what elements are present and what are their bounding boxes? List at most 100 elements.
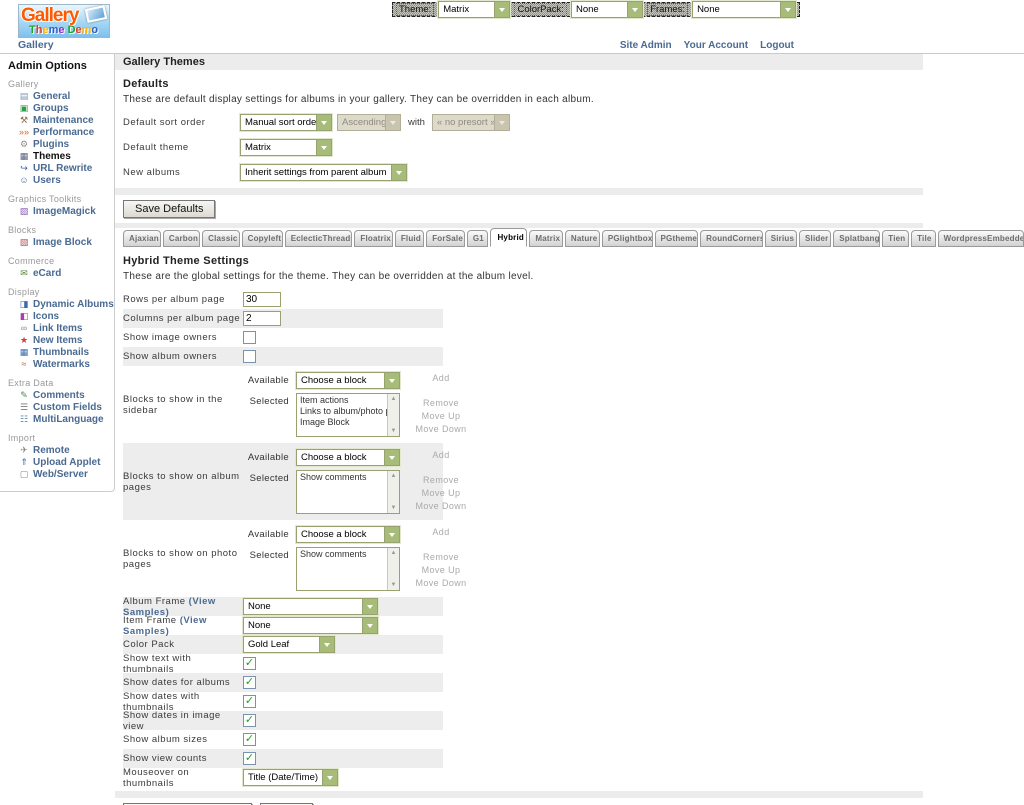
tab-tien[interactable]: Tien: [882, 230, 909, 247]
listbox-item[interactable]: Show comments: [300, 472, 387, 483]
show-text-with-thumbnails-checkbox[interactable]: ✓: [243, 657, 256, 670]
tab-g1[interactable]: G1: [467, 230, 489, 247]
theme-select[interactable]: Matrix: [438, 1, 510, 18]
listbox-scrollbar[interactable]: ▲▼: [387, 548, 399, 590]
save-defaults-button[interactable]: Save Defaults: [123, 200, 215, 218]
tab-classic[interactable]: Classic: [202, 230, 239, 247]
show-dates-in-image-view-checkbox[interactable]: ✓: [243, 714, 256, 727]
show-album-owners-checkbox[interactable]: [243, 350, 256, 363]
header-link-site-admin[interactable]: Site Admin: [620, 40, 672, 51]
move-up-action[interactable]: Move Up: [409, 564, 473, 577]
tab-roundcorners[interactable]: RoundCorners: [700, 230, 763, 247]
tab-splatbang[interactable]: Splatbang: [833, 230, 880, 247]
blocks-to-show-in-the-sidebar-selected-listbox[interactable]: Item actionsLinks to album/photo peersIm…: [296, 393, 400, 437]
sidebar-item-plugins[interactable]: ⚙Plugins: [8, 139, 112, 151]
columns-per-album-page-input[interactable]: [243, 311, 281, 326]
mouseover-on-thumbnails-select[interactable]: Title (Date/Time): [243, 769, 338, 786]
rows-per-album-page-input[interactable]: [243, 292, 281, 307]
sidebar-item-users[interactable]: ☺Users: [8, 175, 112, 187]
listbox-item[interactable]: Item actions: [300, 395, 387, 406]
move-down-action[interactable]: Move Down: [409, 500, 473, 513]
sidebar-item-thumbnails[interactable]: ▦Thumbnails: [8, 347, 112, 359]
blocks-to-show-in-the-sidebar-available-select[interactable]: Choose a block: [296, 372, 400, 389]
item-frame-select[interactable]: None: [243, 617, 378, 634]
breadcrumb[interactable]: Gallery: [18, 39, 54, 51]
sidebar-item-remote[interactable]: ✈Remote: [8, 445, 112, 457]
tab-eclecticthreads[interactable]: EclecticThreads: [285, 230, 353, 247]
default-sort-order-select[interactable]: Manual sort order: [240, 114, 332, 131]
tab-wordpressembedded[interactable]: WordpressEmbedded: [938, 230, 1024, 247]
sidebar-item-imagemagick[interactable]: ▨ImageMagick: [8, 206, 112, 218]
sort-direction-select[interactable]: Ascending: [337, 114, 401, 131]
tab-ajaxian[interactable]: Ajaxian: [123, 230, 161, 247]
show-dates-for-albums-checkbox[interactable]: ✓: [243, 676, 256, 689]
sidebar-item-custom-fields[interactable]: ☰Custom Fields: [8, 402, 112, 414]
tab-carbon[interactable]: Carbon: [163, 230, 200, 247]
remove-action[interactable]: Remove: [409, 551, 473, 564]
remove-action[interactable]: Remove: [409, 397, 473, 410]
sidebar-item-web-server[interactable]: ▢Web/Server: [8, 469, 112, 481]
add-action[interactable]: Add: [409, 372, 473, 385]
add-action[interactable]: Add: [409, 526, 473, 539]
sidebar-item-themes[interactable]: ▦Themes: [8, 151, 112, 163]
sidebar-item-upload-applet[interactable]: ⇑Upload Applet: [8, 457, 112, 469]
blocks-to-show-on-album-pages-selected-listbox[interactable]: Show comments▲▼: [296, 470, 400, 514]
header-link-logout[interactable]: Logout: [760, 40, 794, 51]
sidebar-item-multilanguage[interactable]: ☷MultiLanguage: [8, 414, 112, 426]
tab-pgtheme[interactable]: PGtheme: [655, 230, 699, 247]
tab-fluid[interactable]: Fluid: [395, 230, 424, 247]
tab-copyleft[interactable]: Copyleft: [242, 230, 283, 247]
sidebar-item-ecard[interactable]: ✉eCard: [8, 268, 112, 280]
tab-nature[interactable]: Nature: [565, 230, 600, 247]
remove-action[interactable]: Remove: [409, 474, 473, 487]
tab-forsale[interactable]: ForSale: [426, 230, 465, 247]
blocks-to-show-on-album-pages-available-select[interactable]: Choose a block: [296, 449, 400, 466]
sidebar-item-image-block[interactable]: ▧Image Block: [8, 237, 112, 249]
listbox-scrollbar[interactable]: ▲▼: [387, 394, 399, 436]
tab-floatrix[interactable]: Floatrix: [354, 230, 392, 247]
sidebar-item-dynamic-albums[interactable]: ◨Dynamic Albums: [8, 299, 112, 311]
sidebar-item-watermarks[interactable]: ≈Watermarks: [8, 359, 112, 371]
move-up-action[interactable]: Move Up: [409, 487, 473, 500]
sidebar-item-url-rewrite[interactable]: ↪URL Rewrite: [8, 163, 112, 175]
default-theme-select[interactable]: Matrix: [240, 139, 332, 156]
color-pack-select[interactable]: Gold Leaf: [243, 636, 335, 653]
sidebar-item-link-items[interactable]: ∞Link Items: [8, 323, 112, 335]
listbox-scrollbar[interactable]: ▲▼: [387, 471, 399, 513]
tab-matrix[interactable]: Matrix: [529, 230, 562, 247]
frames-select[interactable]: None: [692, 1, 796, 18]
tab-pglightbox[interactable]: PGlightbox: [602, 230, 653, 247]
move-down-action[interactable]: Move Down: [409, 423, 473, 436]
move-down-action[interactable]: Move Down: [409, 577, 473, 590]
sidebar-item-icons[interactable]: ◧Icons: [8, 311, 112, 323]
header-link-your-account[interactable]: Your Account: [684, 40, 748, 51]
sidebar-item-performance[interactable]: »»Performance: [8, 127, 112, 139]
blocks-to-show-on-photo-pages-available-select[interactable]: Choose a block: [296, 526, 400, 543]
tab-hybrid[interactable]: Hybrid: [490, 228, 527, 247]
sidebar-item-new-items[interactable]: ★New Items: [8, 335, 112, 347]
listbox-item[interactable]: Show comments: [300, 549, 387, 560]
sidebar-item-groups[interactable]: ▣Groups: [8, 103, 112, 115]
sidebar-item-general[interactable]: ▤General: [8, 91, 112, 103]
tab-slider[interactable]: Slider: [799, 230, 831, 247]
listbox-item[interactable]: Links to album/photo peers: [300, 406, 387, 417]
show-album-sizes-checkbox[interactable]: ✓: [243, 733, 256, 746]
colorpack-select[interactable]: None: [571, 1, 643, 18]
listbox-item[interactable]: Image Block: [300, 417, 387, 428]
move-up-action[interactable]: Move Up: [409, 410, 473, 423]
dynamic-albums-icon: ◨: [18, 299, 30, 310]
tab-sirius[interactable]: Sirius: [765, 230, 797, 247]
view-samples-link[interactable]: (View Samples): [123, 615, 207, 637]
show-image-owners-checkbox[interactable]: [243, 331, 256, 344]
show-view-counts-checkbox[interactable]: ✓: [243, 752, 256, 765]
show-dates-with-thumbnails-checkbox[interactable]: ✓: [243, 695, 256, 708]
new-albums-select[interactable]: Inherit settings from parent album: [240, 164, 407, 181]
add-action[interactable]: Add: [409, 449, 473, 462]
sidebar-item-maintenance[interactable]: ⚒Maintenance: [8, 115, 112, 127]
gallery-logo[interactable]: Gallery Theme Demo: [18, 4, 110, 38]
tab-tile[interactable]: Tile: [911, 230, 936, 247]
presort-select[interactable]: « no presort »: [432, 114, 510, 131]
blocks-to-show-on-photo-pages-selected-listbox[interactable]: Show comments▲▼: [296, 547, 400, 591]
sidebar-item-comments[interactable]: ✎Comments: [8, 390, 112, 402]
album-frame-select[interactable]: None: [243, 598, 378, 615]
